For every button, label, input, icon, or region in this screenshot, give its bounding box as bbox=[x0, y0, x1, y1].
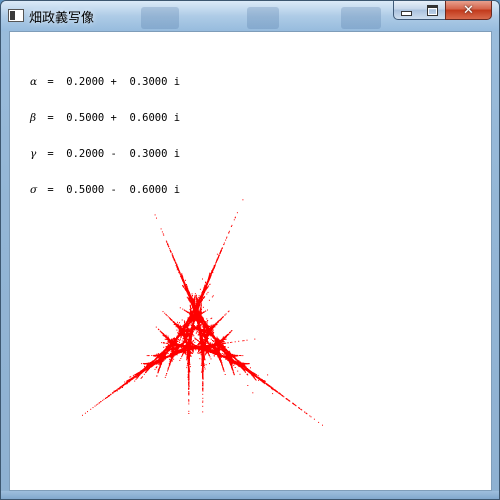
hata-fractal-plot bbox=[10, 32, 491, 490]
close-icon: ✕ bbox=[463, 4, 474, 17]
maximize-button[interactable] bbox=[419, 1, 446, 20]
background-ghost bbox=[247, 7, 279, 29]
drawing-area: α = 0.2000 + 0.3000 i β = 0.5000 + 0.600… bbox=[9, 31, 492, 491]
title-bar[interactable]: 畑政義写像 ✕ bbox=[1, 1, 500, 31]
minimize-icon bbox=[401, 11, 412, 16]
maximize-icon bbox=[427, 5, 438, 16]
background-ghost bbox=[141, 7, 179, 29]
minimize-button[interactable] bbox=[393, 1, 420, 20]
window-title: 畑政義写像 bbox=[29, 7, 94, 26]
background-ghost bbox=[341, 7, 381, 29]
fractal-points bbox=[82, 199, 323, 425]
window-bottom-border bbox=[1, 491, 500, 500]
app-window: 畑政義写像 ✕ α = 0.2000 + 0.3000 i β = 0.5000… bbox=[0, 0, 500, 500]
window-app-icon[interactable] bbox=[8, 9, 24, 22]
close-button[interactable]: ✕ bbox=[445, 1, 492, 20]
